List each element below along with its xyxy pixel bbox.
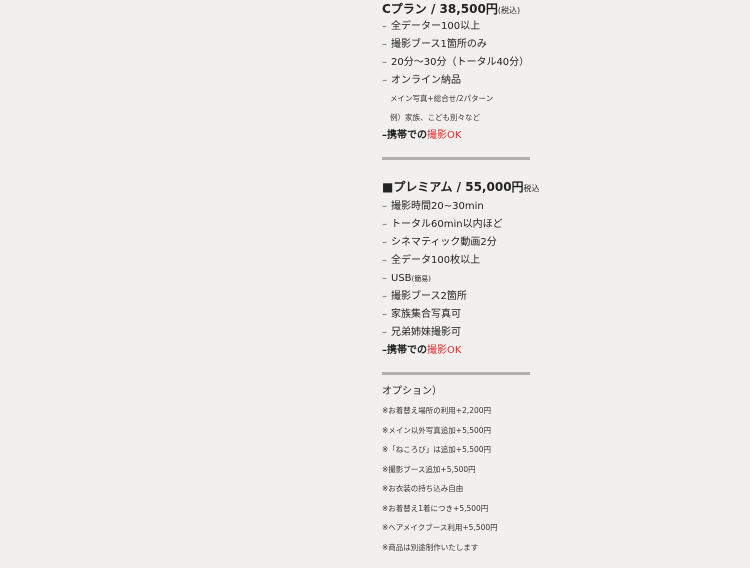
dotted-divider <box>382 372 530 375</box>
option-item: ※撮影ブース追加+5,500円 <box>382 464 476 474</box>
option-item: ※商品は別途制作いたします <box>382 542 479 552</box>
option-item: ※お着替え場所の利用+2,200円 <box>382 406 492 415</box>
premium-phone-ok-highlight: 撮影OK <box>427 345 462 356</box>
premium-item-time: – 撮影時間20~30min <box>382 201 484 212</box>
option-item: ※お衣装の持ち込み自由 <box>382 484 464 493</box>
premium-item-data: – 全データ100枚以上 <box>382 255 481 266</box>
option-item: ※メイン以外写真追加+5,500円 <box>382 425 492 435</box>
premium-item-siblings: – 兄弟姉妹撮影可 <box>382 327 461 338</box>
premium-item-total: – トータル60min以内ほど <box>382 219 503 230</box>
premium-title-tax: 税込 <box>523 184 540 193</box>
plan-c-item-time: –20分〜30分（トータル40分） <box>382 57 530 68</box>
plan-c-sub-note-2: 例）家族、こども別々など <box>390 112 480 122</box>
plan-content: Cプラン / 38,500円(税込) – 全データー100以上 – 撮影ブース1箇所… <box>382 0 722 557</box>
premium-phone-ok: –携帯での撮影OK <box>382 345 462 356</box>
premium-item-booth: – 撮影ブース2箇所 <box>382 291 467 302</box>
plan-c-title-tax: (税込) <box>497 6 521 15</box>
plan-c-title: Cプラン / 38,500円(税込) <box>382 0 722 18</box>
premium-title-main: ■プレミアム / 55,000円 <box>382 180 524 194</box>
plan-c-phone-ok: –携帯での撮影OK <box>382 130 462 141</box>
plan-c-item-booth: – 撮影ブース1箇所のみ <box>382 39 487 50</box>
plan-c-phone-ok-highlight: 撮影OK <box>427 130 462 141</box>
premium-item-family: – 家族集合写真可 <box>382 309 461 320</box>
options-heading: オプション） <box>382 386 442 397</box>
dotted-divider <box>382 157 530 160</box>
option-item: ※お着替え1着につき+5,500円 <box>382 503 489 513</box>
plan-c-title-main: Cプラン / 38,500円 <box>382 2 498 16</box>
plan-c-sub-note-1: メイン写真+総合せ/2パターン <box>390 94 494 103</box>
plan-c-item-data: – 全データー100以上 <box>382 21 481 32</box>
option-item: ※ヘアメイクブース利用+5,500円 <box>382 523 498 532</box>
option-item: ※「ねころび」は追加+5,500円 <box>382 445 492 454</box>
premium-title: ■プレミアム / 55,000円税込 <box>382 176 722 198</box>
premium-item-usb: – USB(簡易) <box>382 273 431 284</box>
premium-item-video: – シネマティック動画2分 <box>382 237 497 248</box>
premium-usb-note: (簡易) <box>411 275 431 283</box>
plan-c-item-delivery: – オンライン納品 <box>382 75 461 86</box>
